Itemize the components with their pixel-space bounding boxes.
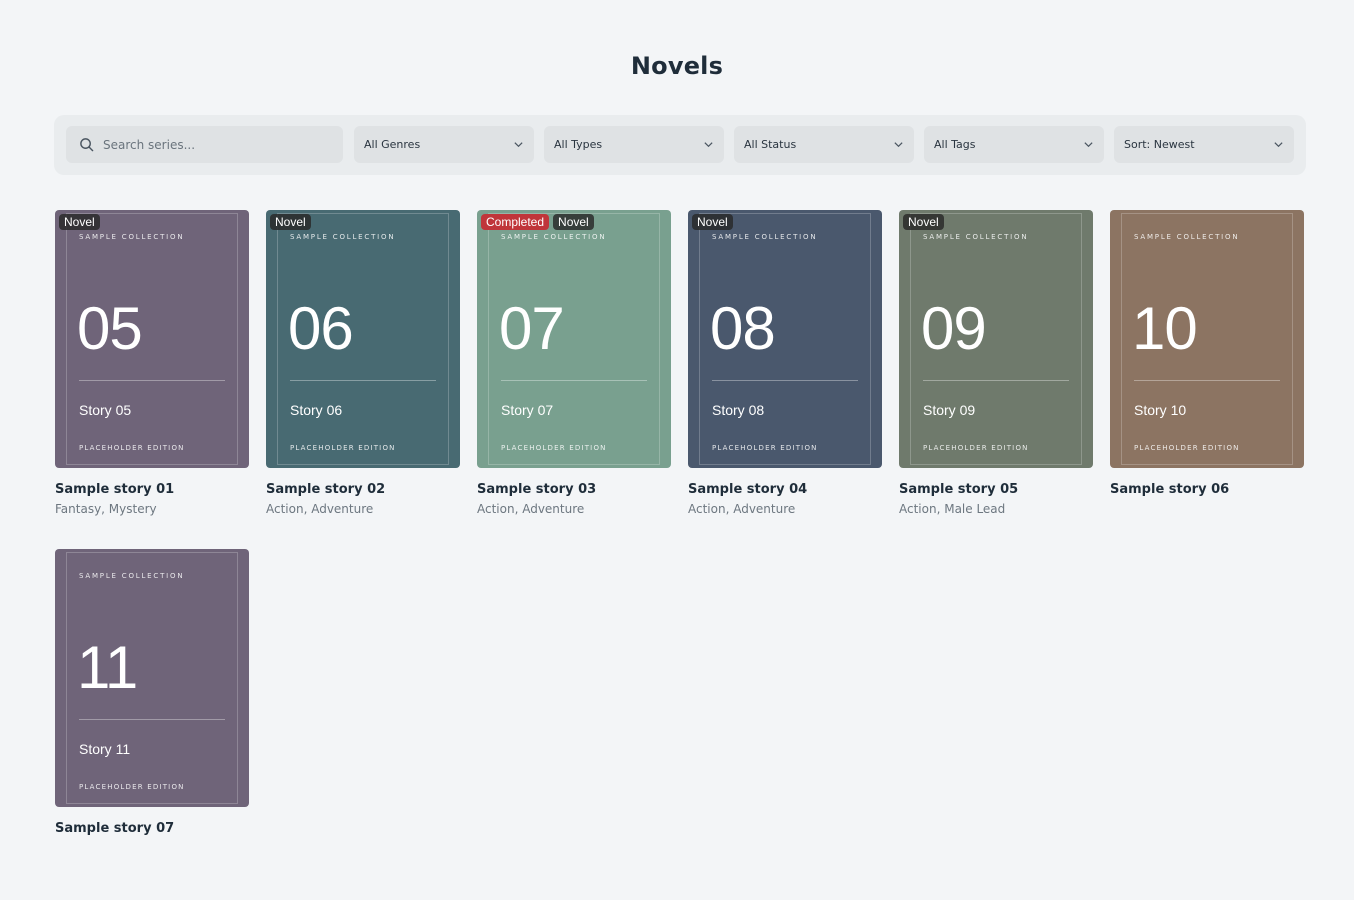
search-input[interactable]: [103, 137, 323, 152]
cover-edition-label: PLACEHOLDER EDITION: [1134, 444, 1240, 452]
cover-collection-label: SAMPLE COLLECTION: [712, 233, 818, 241]
series-card[interactable]: SAMPLE COLLECTION 11 Story 11 PLACEHOLDE…: [55, 549, 249, 841]
cover-divider: [712, 380, 858, 381]
cover-edition-label: PLACEHOLDER EDITION: [923, 444, 1029, 452]
cover-story-label: Story 10: [1134, 402, 1187, 418]
cover-divider: [501, 380, 647, 381]
series-card[interactable]: Novel SAMPLE COLLECTION 06 Story 06 PLAC…: [266, 210, 460, 516]
series-title[interactable]: Sample story 03: [477, 482, 671, 497]
badge-group: Novel: [692, 214, 733, 230]
cover-number: 08: [710, 295, 776, 362]
cover-collection-label: SAMPLE COLLECTION: [290, 233, 396, 241]
cover-collection-label: SAMPLE COLLECTION: [501, 233, 607, 241]
type-badge: Novel: [903, 214, 944, 230]
cover-collection-label: SAMPLE COLLECTION: [79, 233, 185, 241]
search-icon: [80, 138, 94, 152]
cover-story-label: Story 05: [79, 402, 132, 418]
series-title[interactable]: Sample story 01: [55, 482, 249, 497]
status-select[interactable]: All Status: [734, 126, 914, 163]
types-select[interactable]: All Types: [544, 126, 724, 163]
cover-collection-label: SAMPLE COLLECTION: [923, 233, 1029, 241]
series-title[interactable]: Sample story 06: [1110, 482, 1304, 497]
cover-number: 05: [77, 295, 143, 362]
types-select-value: All Types: [554, 138, 603, 151]
badge-group: Novel: [270, 214, 311, 230]
cover-edition-label: PLACEHOLDER EDITION: [712, 444, 818, 452]
chevron-down-icon: [514, 142, 523, 148]
cover-edition-label: PLACEHOLDER EDITION: [501, 444, 607, 452]
cover-image[interactable]: Novel SAMPLE COLLECTION 06 Story 06 PLAC…: [266, 210, 460, 468]
series-genres: Action, Male Lead: [899, 502, 1006, 516]
tags-select-value: All Tags: [934, 138, 976, 151]
cover-story-label: Story 08: [712, 402, 765, 418]
chevron-down-icon: [1274, 142, 1283, 148]
type-badge: Novel: [692, 214, 733, 230]
badge-group: Completed Novel: [481, 214, 594, 230]
series-title[interactable]: Sample story 05: [899, 482, 1093, 497]
cover-divider: [923, 380, 1069, 381]
cover-image[interactable]: Completed Novel SAMPLE COLLECTION 07 Stor…: [477, 210, 671, 468]
cover-story-label: Story 09: [923, 402, 976, 418]
series-card[interactable]: SAMPLE COLLECTION 10 Story 10 PLACEHOLDE…: [1110, 210, 1304, 502]
series-card[interactable]: Novel SAMPLE COLLECTION 08 Story 08 PLAC…: [688, 210, 882, 516]
series-card[interactable]: Completed Novel SAMPLE COLLECTION 07 Stor…: [477, 210, 671, 516]
cover-number: 11: [77, 634, 138, 701]
type-badge: Novel: [59, 214, 100, 230]
search-box[interactable]: [66, 126, 343, 163]
series-title[interactable]: Sample story 02: [266, 482, 460, 497]
series-card[interactable]: Novel SAMPLE COLLECTION 09 Story 09 PLAC…: [899, 210, 1093, 516]
cover-divider: [1134, 380, 1280, 381]
status-select-value: All Status: [744, 138, 797, 151]
cover-edition-label: PLACEHOLDER EDITION: [290, 444, 396, 452]
cover-story-label: Story 06: [290, 402, 343, 418]
series-genres: Action, Adventure: [688, 502, 796, 516]
completed-badge: Completed: [481, 214, 550, 230]
badge-group: Novel: [59, 214, 100, 230]
cover-divider: [79, 380, 225, 381]
cover-collection-label: SAMPLE COLLECTION: [79, 572, 185, 580]
series-card[interactable]: Novel SAMPLE COLLECTION 05 Story 05 PLAC…: [55, 210, 249, 516]
sort-select-value: Sort: Newest: [1124, 138, 1195, 151]
cover-image[interactable]: Novel SAMPLE COLLECTION 05 Story 05 PLAC…: [55, 210, 249, 468]
cover-story-label: Story 11: [79, 741, 131, 757]
cover-collection-label: SAMPLE COLLECTION: [1134, 233, 1240, 241]
chevron-down-icon: [704, 142, 713, 148]
series-title[interactable]: Sample story 07: [55, 821, 249, 836]
cover-image[interactable]: Novel SAMPLE COLLECTION 08 Story 08 PLAC…: [688, 210, 882, 468]
series-genres: Action, Adventure: [266, 502, 374, 516]
cover-image[interactable]: SAMPLE COLLECTION 11 Story 11 PLACEHOLDE…: [55, 549, 249, 807]
genres-select-value: All Genres: [364, 138, 421, 151]
cover-edition-label: PLACEHOLDER EDITION: [79, 783, 185, 791]
genres-select[interactable]: All Genres: [354, 126, 534, 163]
cover-number: 07: [499, 295, 565, 362]
cover-number: 10: [1132, 295, 1198, 362]
cover-divider: [79, 719, 225, 720]
cover-number: 06: [288, 295, 354, 362]
cover-story-label: Story 07: [501, 402, 554, 418]
cover-number: 09: [921, 295, 987, 362]
cover-divider: [290, 380, 436, 381]
type-badge: Novel: [270, 214, 311, 230]
tags-select[interactable]: All Tags: [924, 126, 1104, 163]
filter-bar: All Genres All Types All Status All Tags…: [54, 115, 1306, 175]
series-genres: Fantasy, Mystery: [55, 502, 157, 516]
chevron-down-icon: [894, 142, 903, 148]
series-genres: Action, Adventure: [477, 502, 585, 516]
cover-image[interactable]: Novel SAMPLE COLLECTION 09 Story 09 PLAC…: [899, 210, 1093, 468]
badge-group: Novel: [903, 214, 944, 230]
cover-image[interactable]: SAMPLE COLLECTION 10 Story 10 PLACEHOLDE…: [1110, 210, 1304, 468]
type-badge: Novel: [553, 214, 594, 230]
series-title[interactable]: Sample story 04: [688, 482, 882, 497]
sort-select[interactable]: Sort: Newest: [1114, 126, 1294, 163]
chevron-down-icon: [1084, 142, 1093, 148]
cover-edition-label: PLACEHOLDER EDITION: [79, 444, 185, 452]
page-title: Novels: [630, 52, 724, 80]
